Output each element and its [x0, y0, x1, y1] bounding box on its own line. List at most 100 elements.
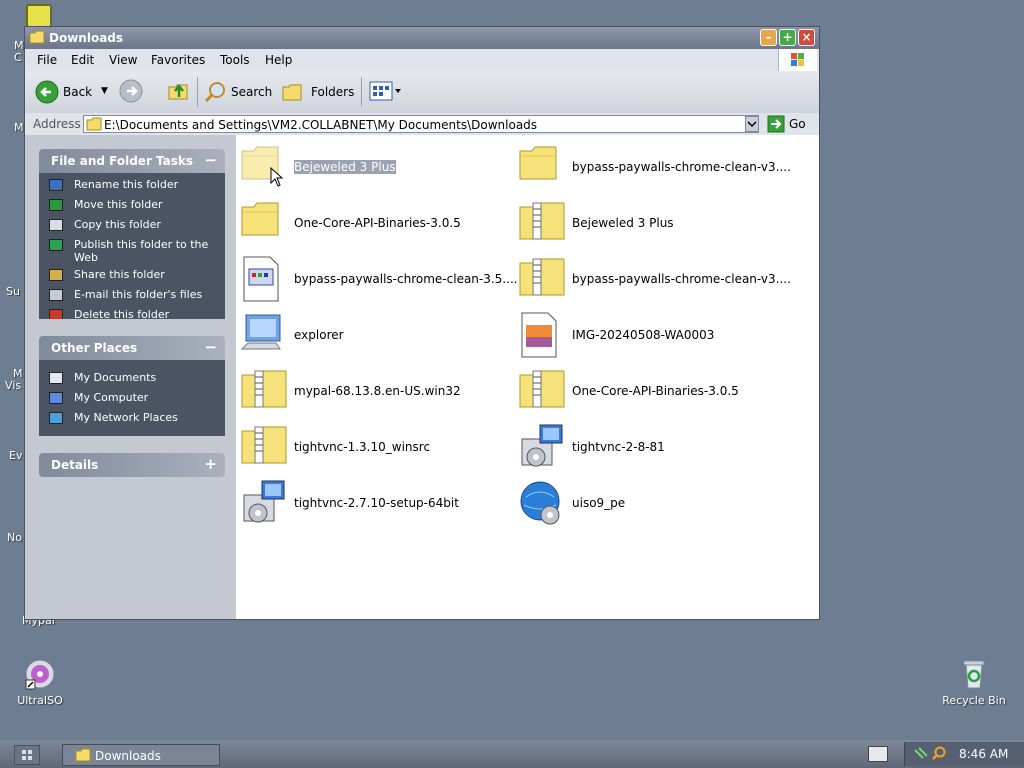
toolbar-separator: [361, 77, 362, 107]
menu-tools[interactable]: Tools: [220, 53, 250, 67]
ultraiso-icon: [24, 658, 56, 690]
my-computer-icon: [49, 392, 63, 404]
desktop-top-icon[interactable]: [26, 4, 52, 28]
keyboard-icon[interactable]: [868, 746, 888, 762]
menu-view[interactable]: View: [109, 53, 137, 67]
file-name: tightvnc-1.3.10_winsrc: [294, 440, 431, 454]
file-item[interactable]: bypass-paywalls-chrome-clean-v3....: [514, 251, 791, 299]
file-item[interactable]: mypal-68.13.8.en-US.win32: [236, 363, 506, 411]
title-bar[interactable]: Downloads – + ×: [25, 27, 819, 49]
desktop-icon-label-fragment: Su: [6, 285, 20, 298]
installer-icon: [240, 479, 288, 527]
taskbar-task-downloads[interactable]: Downloads: [62, 744, 220, 766]
task-label: My Network Places: [74, 411, 178, 424]
toolbar: Back ▼ Search Folders: [25, 71, 819, 114]
folders-button[interactable]: Folders: [281, 77, 357, 107]
desktop-icon-recycle-bin[interactable]: Recycle Bin: [934, 658, 1014, 707]
search-button[interactable]: Search: [203, 77, 277, 107]
maximize-icon: +: [782, 30, 793, 44]
menu-edit[interactable]: Edit: [71, 53, 94, 67]
minimize-button[interactable]: –: [760, 29, 777, 46]
panel-title: File and Folder Tasks: [51, 154, 194, 168]
collapse-icon[interactable]: −: [204, 338, 217, 356]
my-documents-icon: [49, 372, 63, 384]
menu-file[interactable]: File: [37, 53, 57, 67]
windows-logo-icon: [778, 49, 817, 71]
copy-icon: [49, 219, 63, 231]
desktop-icon-label-fragment: Vis: [5, 379, 22, 392]
file-item[interactable]: tightvnc-2.7.10-setup-64bit: [236, 475, 506, 523]
go-arrow-icon: [767, 115, 785, 136]
file-item[interactable]: Bejeweled 3 Plus: [514, 195, 784, 243]
network-places-icon: [49, 412, 63, 424]
folders-label: Folders: [311, 85, 355, 99]
file-folder-tasks-header[interactable]: File and Folder Tasks −: [39, 149, 225, 173]
task-label: Move this folder: [74, 198, 163, 211]
folder-icon: [518, 143, 566, 191]
move-icon: [49, 199, 63, 211]
up-folder-button[interactable]: [167, 79, 193, 105]
window-title: Downloads: [49, 31, 124, 45]
start-button[interactable]: [14, 745, 40, 765]
close-icon: ×: [801, 30, 812, 44]
panel-title: Other Places: [51, 341, 138, 355]
file-item[interactable]: tightvnc-2-8-81: [514, 419, 784, 467]
zip-folder-icon: [240, 423, 288, 471]
forward-button[interactable]: [119, 79, 145, 105]
desktop-icon-label-fragment: M: [14, 121, 24, 134]
go-button[interactable]: Go: [767, 115, 813, 133]
desktop-icon-label: UltraISO: [17, 694, 63, 707]
file-name: IMG-20240508-WA0003: [572, 328, 715, 342]
zip-folder-icon: [240, 367, 288, 415]
chevron-down-icon: [747, 121, 757, 128]
desktop-icon-label-fragment: C: [14, 51, 22, 64]
email-icon: [49, 289, 63, 301]
search-tray-icon[interactable]: [931, 745, 947, 764]
folder-icon: [86, 117, 102, 134]
file-item[interactable]: One-Core-API-Binaries-3.0.5: [514, 363, 784, 411]
details-header[interactable]: Details +: [39, 453, 225, 477]
file-item[interactable]: explorer: [236, 307, 506, 355]
maximize-button[interactable]: +: [779, 29, 796, 46]
search-label: Search: [231, 85, 273, 99]
expand-icon[interactable]: +: [204, 455, 217, 473]
file-item[interactable]: One-Core-API-Binaries-3.0.5: [236, 195, 506, 243]
file-name: Bejeweled 3 Plus: [572, 216, 674, 230]
address-input[interactable]: E:\Documents and Settings\VM2.COLLABNET\…: [83, 115, 759, 133]
menu-help[interactable]: Help: [265, 53, 292, 67]
back-arrow-icon: [35, 80, 59, 107]
back-button[interactable]: Back ▼: [33, 77, 115, 107]
task-label: My Computer: [74, 391, 149, 404]
clock[interactable]: 8:46 AM: [959, 747, 1008, 761]
file-name: tightvnc-2.7.10-setup-64bit: [294, 496, 459, 510]
toolbar-separator: [197, 77, 198, 107]
file-name: bypass-paywalls-chrome-clean-3.5....: [294, 272, 518, 286]
task-label: Publish this folder to the Web: [74, 238, 209, 264]
task-label: Copy this folder: [74, 218, 161, 231]
dropdown-arrow-icon[interactable]: ▼: [101, 86, 108, 96]
collapse-icon[interactable]: −: [204, 151, 217, 169]
folders-icon: [281, 81, 305, 106]
mouse-cursor-icon: [270, 166, 284, 190]
file-item[interactable]: uiso9_pe: [514, 475, 784, 525]
other-places-header[interactable]: Other Places −: [39, 336, 225, 360]
address-dropdown-button[interactable]: [745, 116, 759, 132]
network-icon[interactable]: [913, 746, 929, 765]
explorer-window: Downloads – + × File Edit View Favorites…: [24, 26, 820, 620]
file-item[interactable]: bypass-paywalls-chrome-clean-v3....: [514, 139, 791, 187]
menu-favorites[interactable]: Favorites: [151, 53, 205, 67]
file-item[interactable]: bypass-paywalls-chrome-clean-3.5....: [236, 251, 518, 302]
task-label: Rename this folder: [74, 178, 179, 191]
other-places-body: My Documents My Computer My Network Places: [39, 360, 225, 436]
desktop-icon-ultraiso[interactable]: UltraISO: [0, 658, 80, 707]
task-label: Downloads: [95, 749, 161, 763]
close-button[interactable]: ×: [798, 29, 815, 46]
address-bar: Address E:\Documents and Settings\VM2.CO…: [25, 113, 819, 136]
file-item[interactable]: Bejeweled 3 Plus: [236, 139, 506, 187]
file-item[interactable]: IMG-20240508-WA0003: [514, 307, 784, 358]
views-icon: [369, 81, 405, 106]
file-item[interactable]: tightvnc-1.3.10_winsrc: [236, 419, 506, 467]
recycle-bin-icon: [958, 658, 990, 690]
desktop-icon-label-fragment: Ev: [9, 449, 23, 462]
views-button[interactable]: [369, 79, 405, 105]
